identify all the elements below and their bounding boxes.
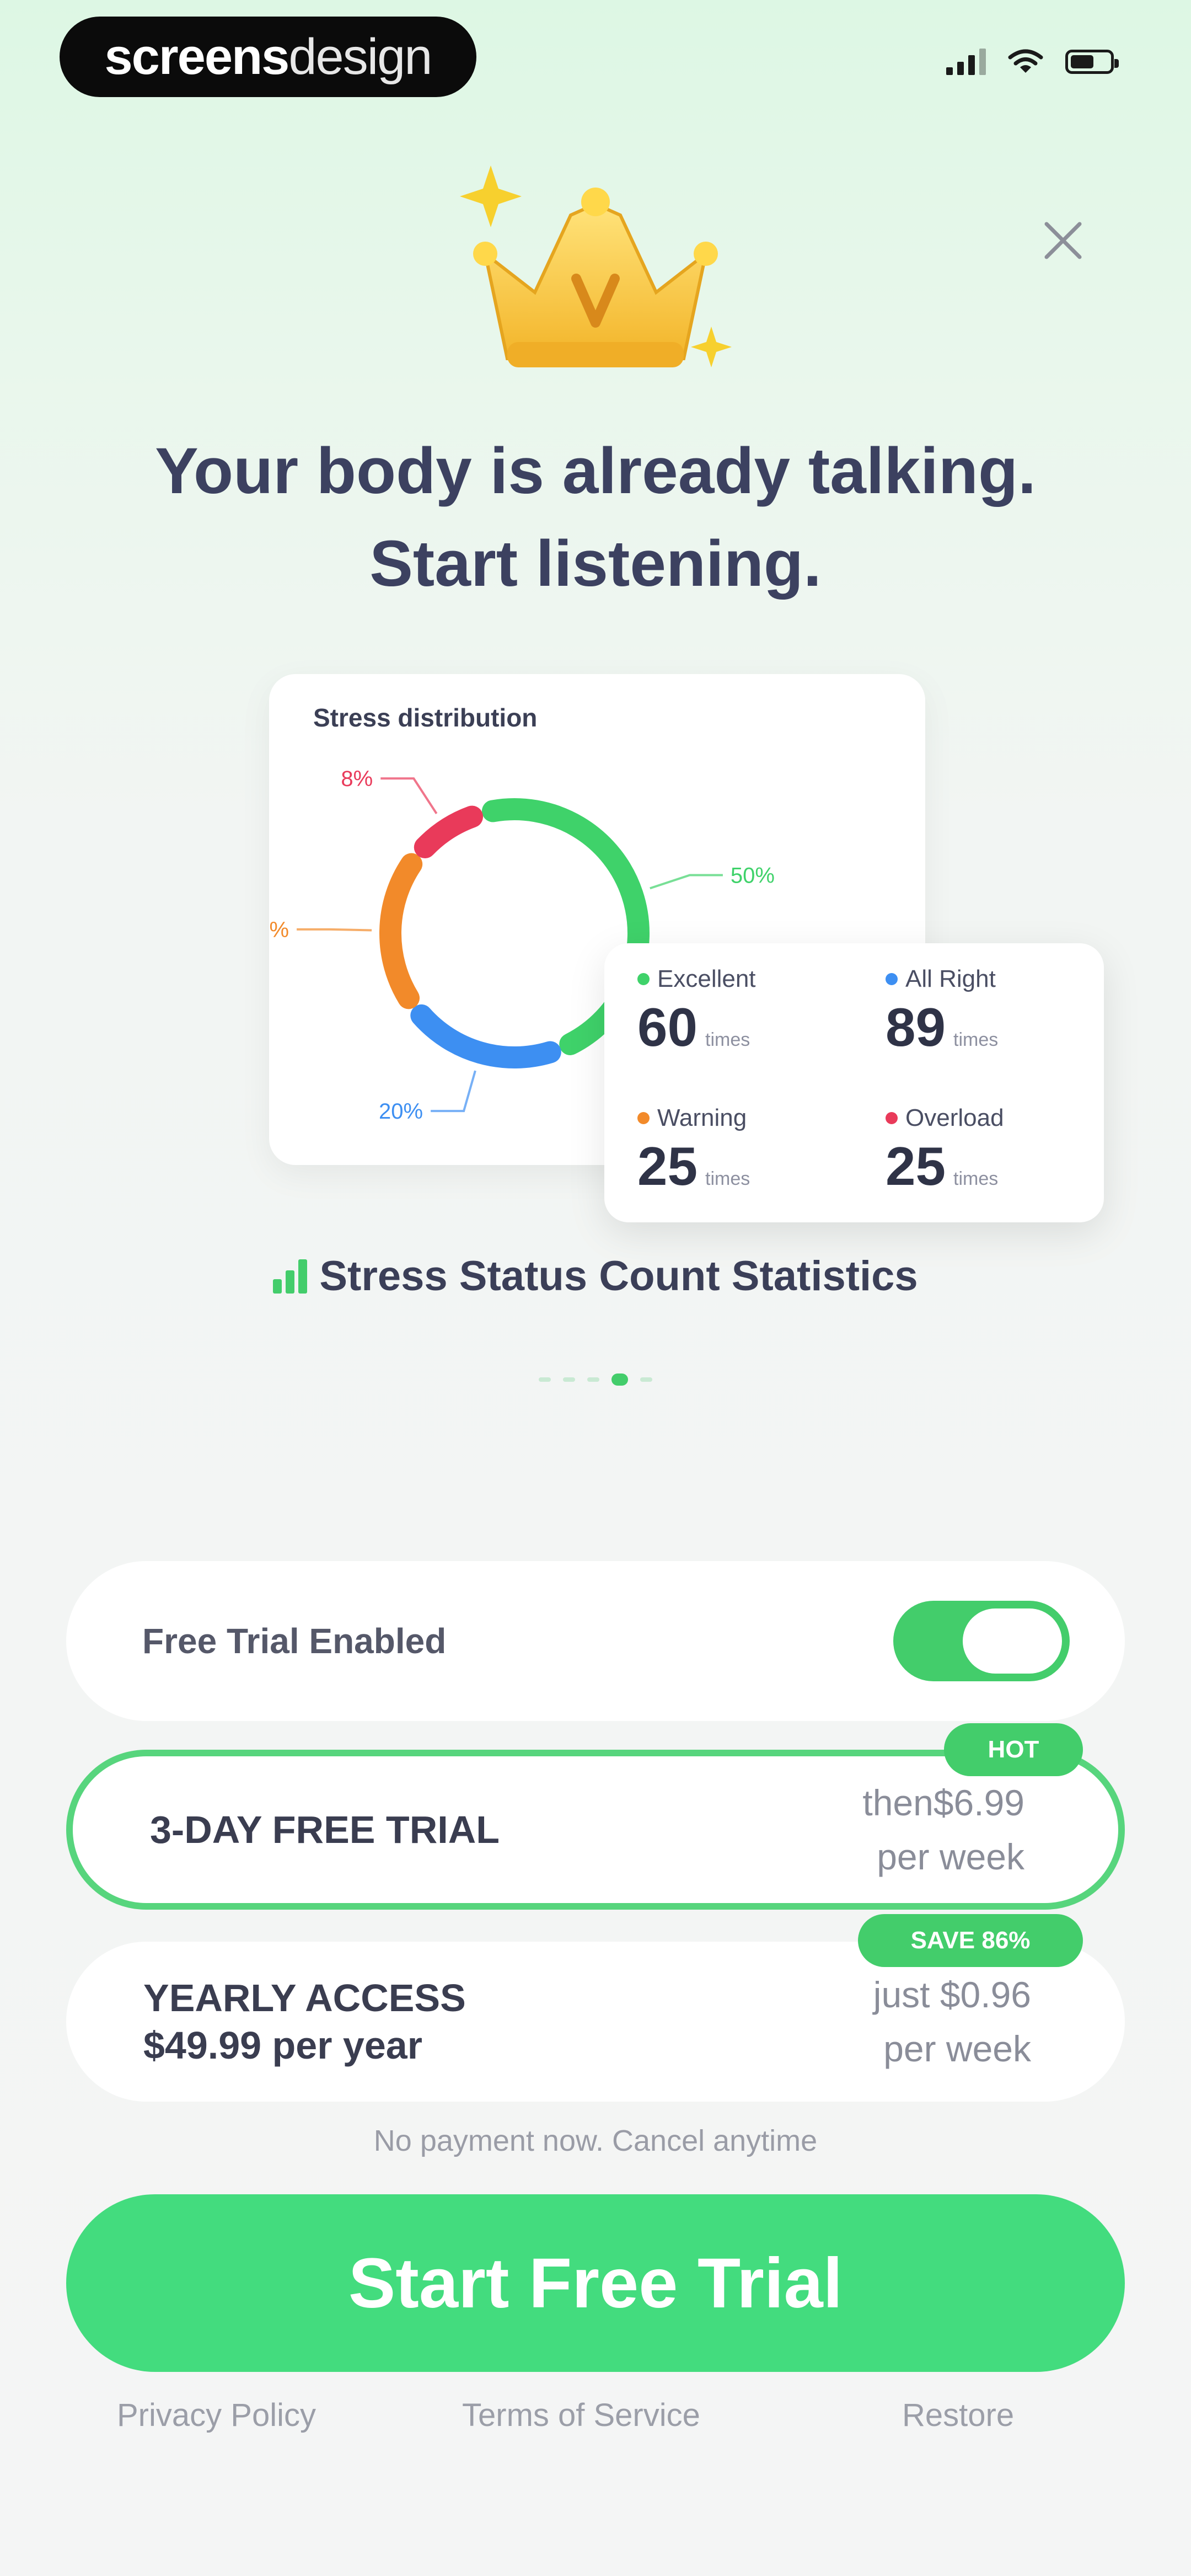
slice-warning	[379, 853, 423, 1009]
slice-overload	[414, 805, 484, 859]
feature-label: Stress Status Count Statistics	[319, 1253, 918, 1300]
free-trial-label: Free Trial Enabled	[142, 1621, 447, 1661]
slice-label-excellent: 50%	[731, 863, 775, 888]
stat-unit: times	[953, 1029, 999, 1050]
plan-price: then$6.99 per week	[862, 1776, 1024, 1884]
feature-caption: Stress Status Count Statistics	[0, 1252, 1191, 1300]
stress-count-card: Excellent 60 times All Right 89 times Warn…	[604, 943, 1104, 1222]
carousel-dot[interactable]	[640, 1377, 652, 1382]
close-icon	[1044, 222, 1082, 259]
all-right-dot	[886, 973, 898, 985]
carousel-dot[interactable]	[563, 1377, 575, 1382]
slice-label-warning: 20%	[269, 918, 289, 942]
carousel-indicator[interactable]	[0, 1373, 1191, 1386]
screensdesign-watermark: screens design	[60, 17, 476, 97]
plan-name: YEARLY ACCESS $49.99 per year	[143, 1974, 466, 2069]
slice-label-all-right: 20%	[379, 1099, 423, 1124]
stat-unit: times	[705, 1029, 750, 1050]
slice-leader-line	[297, 928, 372, 932]
footer-links: Privacy Policy Terms of Service Restore	[0, 2397, 1191, 2441]
slice-leader-line	[431, 1070, 476, 1113]
stat-all-right: All Right 89 times	[886, 965, 998, 1059]
bar-chart-icon	[273, 1259, 308, 1294]
wifi-icon	[1008, 49, 1043, 73]
stat-excellent: Excellent 60 times	[637, 965, 756, 1059]
watermark-text-bold: screens	[104, 28, 290, 85]
plan-name-line-2: $49.99 per year	[143, 2024, 422, 2067]
stat-unit: times	[705, 1168, 750, 1189]
watermark-text-light: design	[288, 28, 432, 85]
stat-value: 60	[637, 997, 698, 1057]
restore-link[interactable]: Restore	[902, 2397, 1014, 2434]
hot-badge: HOT	[944, 1723, 1083, 1776]
no-payment-note: No payment now. Cancel anytime	[373, 2124, 818, 2157]
plan-price-line-2: per week	[883, 2028, 1031, 2069]
stat-label: Warning	[657, 1104, 747, 1131]
cellular-signal-icon	[946, 49, 986, 75]
headline-line-1: Your body is already talking.	[155, 435, 1036, 507]
overload-dot	[886, 1112, 898, 1124]
headline-line-2: Start listening.	[369, 527, 822, 600]
stat-label: All Right	[905, 965, 996, 992]
stat-unit: times	[953, 1168, 999, 1189]
slice-all-right	[410, 1004, 561, 1068]
switch-knob	[963, 1608, 1062, 1674]
excellent-dot	[637, 973, 650, 985]
slice-leader-line	[650, 874, 723, 890]
plan-price-line-1: just $0.96	[873, 1974, 1031, 2015]
carousel-dot[interactable]	[539, 1377, 551, 1382]
save-badge: SAVE 86%	[858, 1914, 1083, 1967]
plan-price-line-2: per week	[877, 1836, 1024, 1877]
stat-overload: Overload 25 times	[886, 1104, 1004, 1198]
plan-name-line-1: YEARLY ACCESS	[143, 1976, 466, 2019]
status-bar	[946, 49, 1119, 75]
stat-warning: Warning 25 times	[637, 1104, 750, 1198]
stat-value: 89	[886, 997, 946, 1057]
plan-name: 3-DAY FREE TRIAL	[150, 1808, 500, 1851]
terms-of-service-link[interactable]: Terms of Service	[462, 2397, 700, 2434]
free-trial-toggle-row[interactable]: Free Trial Enabled	[66, 1561, 1125, 1721]
carousel-dot[interactable]	[587, 1377, 599, 1382]
battery-icon	[1065, 50, 1119, 74]
carousel-dot-active[interactable]	[611, 1373, 628, 1386]
stat-value: 25	[637, 1136, 698, 1196]
slice-leader-line	[380, 777, 438, 815]
stat-label: Excellent	[657, 965, 756, 992]
close-button[interactable]	[1037, 214, 1090, 267]
crown-icon	[460, 165, 732, 367]
plan-price: just $0.96 per week	[873, 1968, 1031, 2076]
slice-label-overload: 8%	[341, 767, 373, 791]
plan-price-line-1: then$6.99	[862, 1782, 1024, 1823]
warning-dot	[637, 1112, 650, 1124]
stat-label: Overload	[905, 1104, 1004, 1131]
privacy-policy-link[interactable]: Privacy Policy	[117, 2397, 316, 2434]
stat-value: 25	[886, 1136, 946, 1196]
headline: Your body is already talking. Start list…	[0, 425, 1191, 610]
free-trial-switch[interactable]	[893, 1601, 1070, 1681]
start-free-trial-button[interactable]: Start Free Trial	[66, 2194, 1125, 2372]
